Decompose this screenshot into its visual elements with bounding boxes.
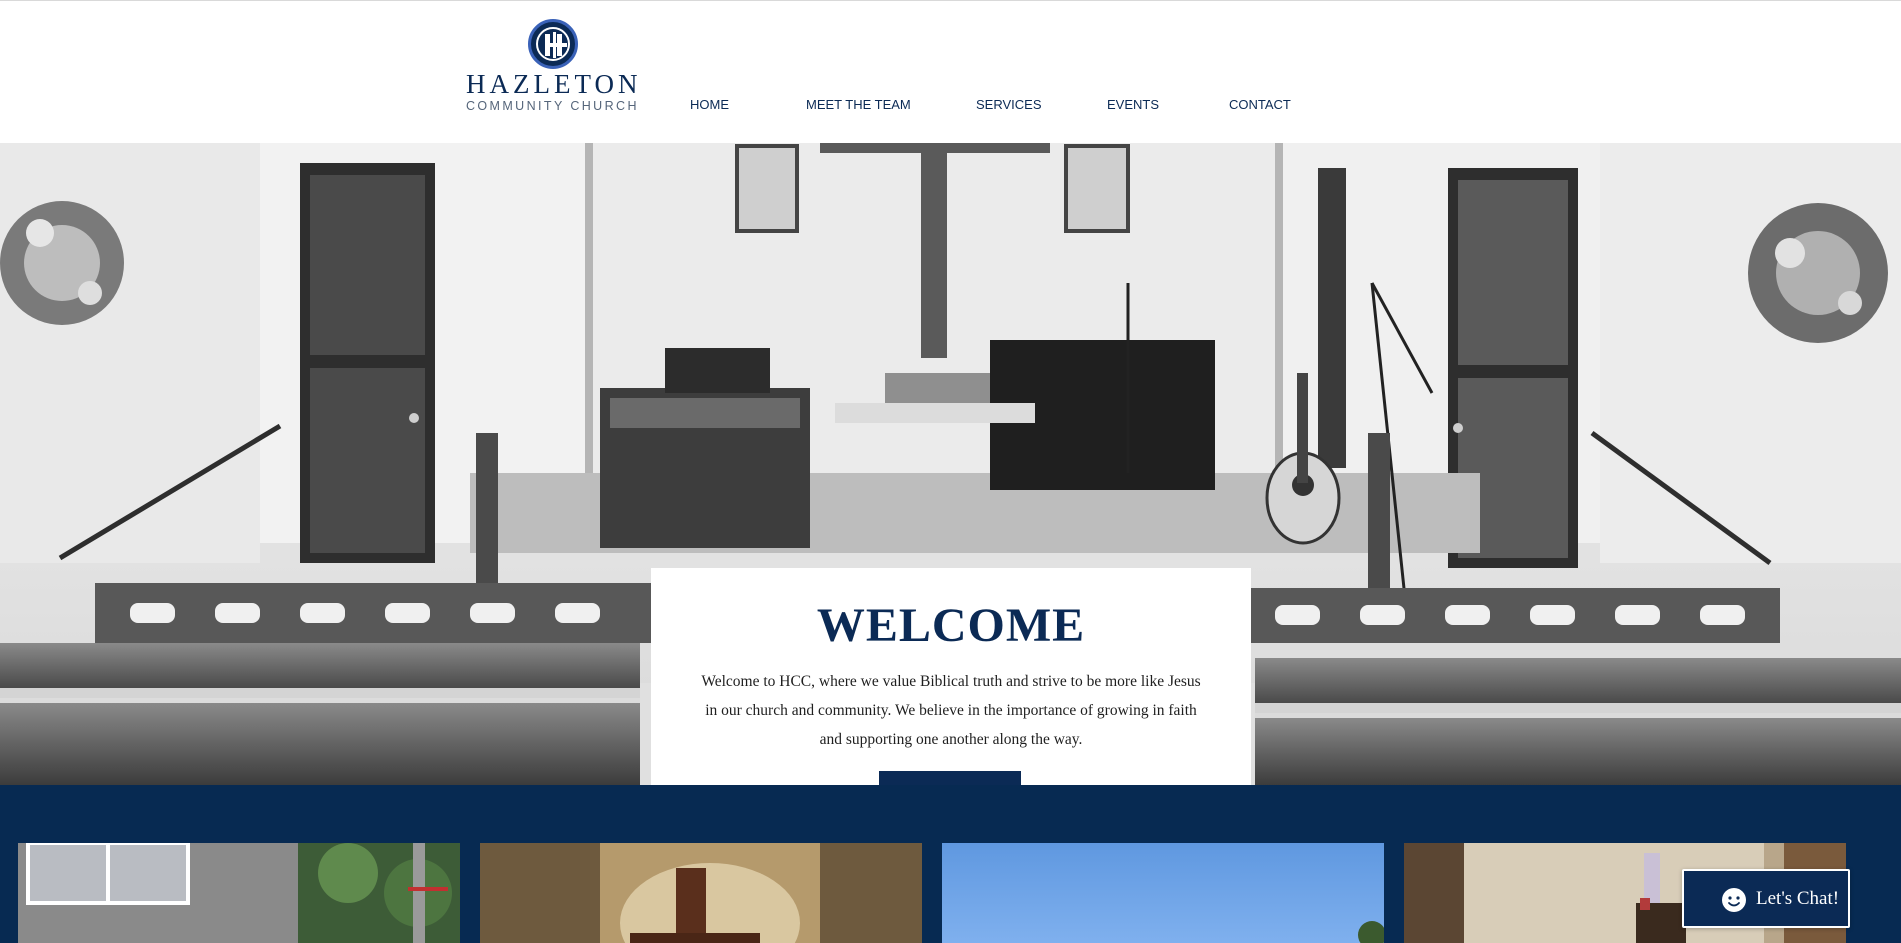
card-church-exterior[interactable]	[18, 843, 460, 943]
welcome-card: WELCOME Welcome to HCC, where we value B…	[651, 568, 1251, 785]
site-logo[interactable]: HAZLETON COMMUNITY CHURCH	[466, 19, 638, 119]
see-more-button[interactable]: See More	[879, 771, 1021, 785]
cross-interior-image	[480, 843, 922, 943]
church-exterior-image	[18, 843, 460, 943]
welcome-title: WELCOME	[816, 599, 1086, 652]
logo-name: HAZLETON	[466, 69, 642, 99]
smiley-chat-icon	[1722, 888, 1746, 912]
nav-meet-the-team[interactable]: MEET THE TEAM	[806, 97, 911, 112]
nav-services[interactable]: SERVICES	[976, 97, 1042, 112]
chat-label: Let's Chat!	[1756, 888, 1840, 909]
site-header: HAZLETON COMMUNITY CHURCH HOME MEET THE …	[0, 0, 1901, 143]
hcc-logo-icon	[528, 19, 578, 69]
welcome-text: Welcome to HCC, where we value Biblical …	[701, 673, 1201, 748]
nav-events[interactable]: EVENTS	[1107, 97, 1159, 112]
nav-contact[interactable]: CONTACT	[1229, 97, 1291, 112]
card-cross[interactable]	[480, 843, 922, 943]
nav-home[interactable]: HOME	[690, 97, 729, 112]
logo-subtitle: COMMUNITY CHURCH	[466, 99, 639, 113]
sky-tree-image	[942, 843, 1384, 943]
chat-widget-button[interactable]: Let's Chat!	[1682, 869, 1850, 928]
card-sky[interactable]	[942, 843, 1384, 943]
hero-section: WELCOME Welcome to HCC, where we value B…	[0, 143, 1901, 785]
